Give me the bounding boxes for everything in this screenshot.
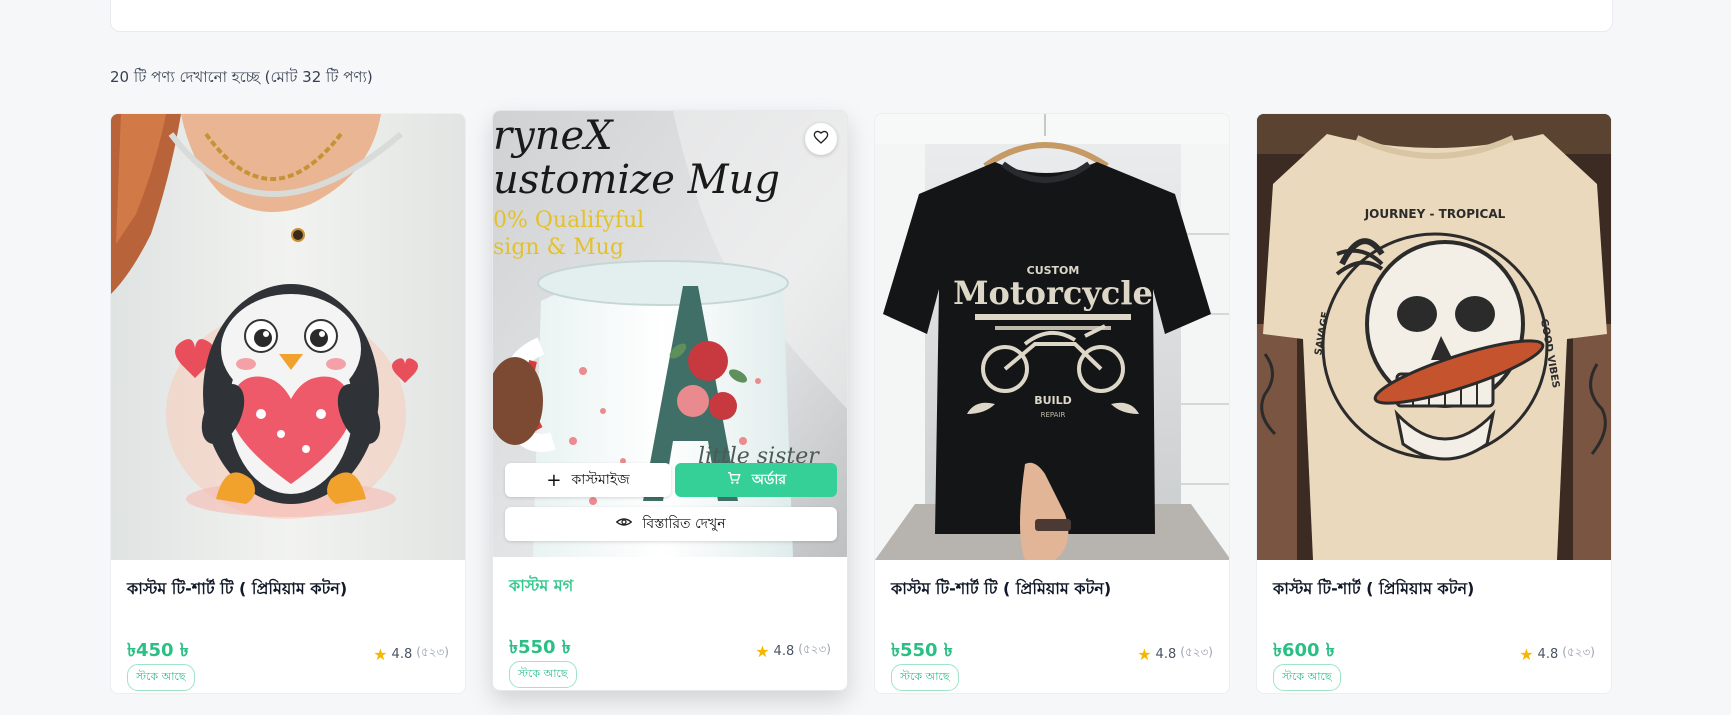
- product-title[interactable]: কাস্টম টি-শার্ট টি ( প্রিমিয়াম কটন): [127, 576, 347, 603]
- star-icon: ★: [373, 644, 388, 664]
- product-image[interactable]: JOURNEY - TROPICAL GOOD VIBES SAVAGE: [1257, 114, 1611, 560]
- order-button[interactable]: অর্ডার: [675, 463, 837, 497]
- product-price: ৳550 ৳: [509, 637, 571, 658]
- star-icon: ★: [755, 641, 770, 661]
- rating-count: (৫২৩): [798, 642, 831, 656]
- product-price: ৳600 ৳: [1273, 640, 1335, 661]
- graphic-build-text: BUILD: [1034, 394, 1072, 407]
- customize-label: কাস্টমাইজ: [571, 472, 630, 488]
- cart-icon: [726, 470, 742, 490]
- eye-icon: [616, 514, 633, 534]
- order-label: অর্ডার: [751, 472, 787, 488]
- stock-badge: স্টকে আছে: [1273, 664, 1341, 691]
- product-rating: ★ 4.8 (৫২৩): [1137, 644, 1213, 664]
- view-details-label: বিস্তারিত দেখুন: [642, 516, 726, 532]
- product-rating: ★ 4.8 (৫২৩): [1519, 644, 1595, 664]
- product-card[interactable]: JOURNEY - TROPICAL GOOD VIBES SAVAGE কাস…: [1256, 113, 1612, 694]
- star-icon: ★: [1137, 644, 1152, 664]
- product-card[interactable]: কাস্টম টি-শার্ট টি ( প্রিমিয়াম কটন) ৳45…: [110, 113, 466, 694]
- product-image[interactable]: CUSTOM Motorcycle BUILD REPAIR: [875, 114, 1229, 560]
- rating-value: 4.8: [1155, 646, 1177, 662]
- product-card[interactable]: CUSTOM Motorcycle BUILD REPAIR কাস্টম টি…: [874, 113, 1230, 694]
- product-image[interactable]: [111, 114, 465, 560]
- rating-value: 4.8: [391, 646, 413, 662]
- product-rating: ★ 4.8 (৫২৩): [755, 641, 831, 661]
- graphic-top-text: JOURNEY - TROPICAL: [1364, 207, 1506, 221]
- product-card-hovered[interactable]: little sister ryneX ustomize Mug 0% Qual…: [492, 110, 848, 691]
- rating-count: (৫২৩): [416, 645, 449, 659]
- product-title[interactable]: কাস্টম মগ: [509, 573, 573, 600]
- design-text: sign & Mug: [493, 235, 624, 260]
- star-icon: ★: [1519, 644, 1534, 664]
- plus-icon: +: [546, 469, 562, 491]
- stock-badge: স্টকে আছে: [509, 661, 577, 688]
- result-count: 20 টি পণ্য দেখানো হচ্ছে (মোট 32 টি পণ্য): [110, 68, 373, 86]
- brand-text: ryneX: [493, 113, 614, 159]
- filter-panel: [110, 0, 1613, 32]
- stock-badge: স্টকে আছে: [891, 664, 959, 691]
- product-title[interactable]: কাস্টম টি-শার্ট ( প্রিমিয়াম কটন): [1273, 576, 1474, 603]
- product-title[interactable]: কাস্টম টি-শার্ট টি ( প্রিমিয়াম কটন): [891, 576, 1111, 603]
- product-rating: ★ 4.8 (৫২৩): [373, 644, 449, 664]
- stock-badge: স্টকে আছে: [127, 664, 195, 691]
- graphic-main-text: Motorcycle: [953, 274, 1153, 312]
- rating-value: 4.8: [773, 643, 795, 659]
- view-details-button[interactable]: বিস্তারিত দেখুন: [505, 507, 837, 541]
- product-price: ৳550 ৳: [891, 640, 953, 661]
- rating-count: (৫২৩): [1562, 645, 1595, 659]
- wishlist-button[interactable]: [805, 123, 837, 155]
- headline-text: ustomize Mug: [493, 157, 780, 203]
- product-image[interactable]: little sister ryneX ustomize Mug 0% Qual…: [493, 111, 847, 557]
- heart-icon: [813, 129, 829, 149]
- customize-button[interactable]: + কাস্টমাইজ: [505, 463, 671, 497]
- product-price: ৳450 ৳: [127, 640, 189, 661]
- rating-count: (৫২৩): [1180, 645, 1213, 659]
- quality-text: 0% Qualifyful: [493, 208, 644, 233]
- graphic-repair-text: REPAIR: [1041, 411, 1066, 419]
- rating-value: 4.8: [1537, 646, 1559, 662]
